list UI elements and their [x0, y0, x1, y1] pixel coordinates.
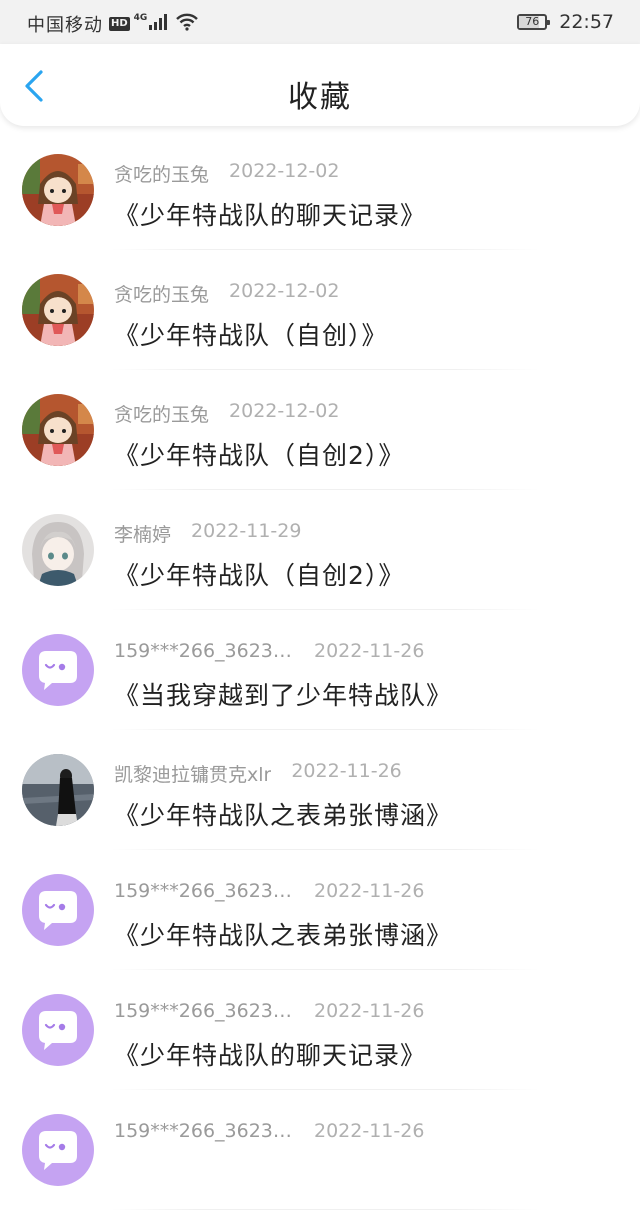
item-meta: 李楠婷 2022-11-29	[114, 520, 301, 547]
author-name[interactable]: 贪吃的玉兔	[114, 160, 209, 187]
carrier-label: 中国移动	[27, 15, 103, 36]
list-item[interactable]: 159***266_36234… 2022-11-26 《少年特战队的聊天记录》	[0, 970, 640, 1090]
avatar[interactable]	[22, 394, 94, 466]
battery-icon: 76	[517, 14, 551, 30]
list-item[interactable]: 159***266_36234… 2022-11-26 《当我穿越到了少年特战队…	[0, 610, 640, 730]
item-date: 2022-11-26	[291, 760, 402, 782]
author-name[interactable]: 贪吃的玉兔	[114, 400, 209, 427]
status-bar: 中国移动 HD 4G 76 22:57	[0, 0, 640, 44]
avatar[interactable]	[22, 634, 94, 706]
author-name[interactable]: 贪吃的玉兔	[114, 280, 209, 307]
item-meta: 贪吃的玉兔 2022-12-02	[114, 280, 339, 307]
list-item[interactable]: 李楠婷 2022-11-29 《少年特战队（自创2）》	[0, 490, 640, 610]
avatar[interactable]	[22, 274, 94, 346]
avatar[interactable]	[22, 514, 94, 586]
avatar[interactable]	[22, 994, 94, 1066]
favorites-list: 贪吃的玉兔 2022-12-02 《少年特战队的聊天记录》 贪吃的玉兔 2022…	[0, 130, 640, 1210]
item-title[interactable]: 《当我穿越到了少年特战队》	[114, 676, 452, 712]
battery-percent: 76	[525, 15, 540, 28]
hd-badge: HD	[109, 17, 130, 31]
item-meta: 159***266_36234… 2022-11-26	[114, 640, 424, 662]
item-meta: 159***266_36234… 2022-11-26	[114, 880, 424, 902]
list-item[interactable]: 贪吃的玉兔 2022-12-02 《少年特战队（自创2）》	[0, 370, 640, 490]
item-date: 2022-11-29	[191, 520, 302, 542]
item-title[interactable]: 《少年特战队的聊天记录》	[114, 1036, 426, 1072]
item-date: 2022-11-26	[314, 1000, 425, 1022]
item-meta: 贪吃的玉兔 2022-12-02	[114, 400, 339, 427]
status-left: 中国移动 HD 4G	[27, 11, 199, 37]
item-meta: 贪吃的玉兔 2022-12-02	[114, 160, 339, 187]
list-item[interactable]: 凯黎迪拉镛贯克xlr 2022-11-26 《少年特战队之表弟张博涵》	[0, 730, 640, 850]
item-meta: 159***266_36234… 2022-11-26	[114, 1000, 424, 1022]
item-date: 2022-12-02	[229, 160, 340, 182]
nav-bar: 收藏	[0, 44, 640, 126]
item-title[interactable]: 《少年特战队（自创2）》	[114, 556, 404, 592]
author-name[interactable]: 159***266_36234…	[114, 640, 294, 662]
item-title[interactable]: 《少年特战队之表弟张博涵》	[114, 916, 452, 952]
author-name[interactable]: 159***266_36234…	[114, 1120, 294, 1142]
author-name[interactable]: 凯黎迪拉镛贯克xlr	[114, 760, 271, 787]
item-meta: 凯黎迪拉镛贯克xlr 2022-11-26	[114, 760, 402, 787]
author-name[interactable]: 159***266_36234…	[114, 880, 294, 902]
item-title[interactable]: 《少年特战队（自创2）》	[114, 436, 404, 472]
list-item[interactable]: 159***266_36234… 2022-11-26	[0, 1090, 640, 1210]
item-date: 2022-11-26	[314, 640, 425, 662]
avatar[interactable]	[22, 154, 94, 226]
list-item[interactable]: 贪吃的玉兔 2022-12-02 《少年特战队（自创）》	[0, 250, 640, 370]
page-title: 收藏	[288, 80, 352, 115]
status-right: 76 22:57	[517, 11, 614, 33]
item-date: 2022-11-26	[314, 1120, 425, 1142]
item-meta: 159***266_36234… 2022-11-26	[114, 1120, 424, 1142]
wifi-icon	[175, 13, 199, 36]
item-date: 2022-12-02	[229, 280, 340, 302]
item-title[interactable]: 《少年特战队的聊天记录》	[114, 196, 426, 232]
clock: 22:57	[559, 11, 614, 33]
list-item[interactable]: 159***266_36234… 2022-11-26 《少年特战队之表弟张博涵…	[0, 850, 640, 970]
item-date: 2022-12-02	[229, 400, 340, 422]
signal-icon	[149, 13, 168, 35]
list-item[interactable]: 贪吃的玉兔 2022-12-02 《少年特战队的聊天记录》	[0, 130, 640, 250]
author-name[interactable]: 李楠婷	[114, 520, 171, 547]
network-type: 4G	[133, 13, 148, 23]
item-title[interactable]: 《少年特战队之表弟张博涵》	[114, 796, 452, 832]
avatar[interactable]	[22, 1114, 94, 1186]
author-name[interactable]: 159***266_36234…	[114, 1000, 294, 1022]
item-date: 2022-11-26	[314, 880, 425, 902]
avatar[interactable]	[22, 874, 94, 946]
item-title[interactable]: 《少年特战队（自创）》	[114, 316, 388, 352]
avatar[interactable]	[22, 754, 94, 826]
